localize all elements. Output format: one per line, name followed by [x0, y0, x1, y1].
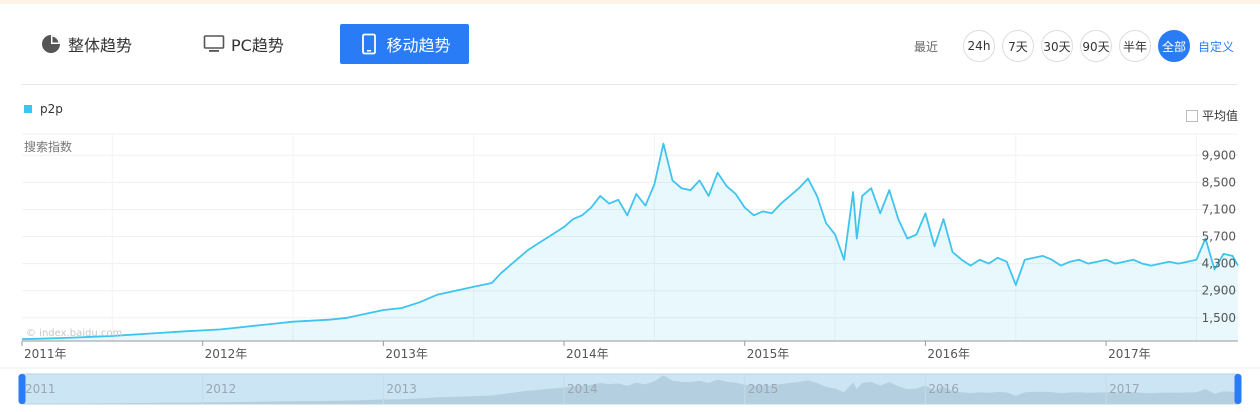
- navigator-year-label: 2017: [1109, 382, 1140, 396]
- y-tick-label: 4,300: [1202, 257, 1236, 271]
- navigator-year-label: 2014: [567, 382, 598, 396]
- navigator-year-label: 2012: [206, 382, 237, 396]
- series-area-p2p: [22, 143, 1238, 341]
- navigator-year-label: 2015: [748, 382, 779, 396]
- x-tick-label: 2017年: [1108, 347, 1151, 361]
- x-tick-label: 2011年: [24, 347, 67, 361]
- watermark: © index.baidu.com: [26, 328, 123, 339]
- navigator-year-label: 2016: [928, 382, 959, 396]
- x-tick-label: 2015年: [747, 347, 790, 361]
- x-tick-label: 2013年: [385, 347, 428, 361]
- x-tick-label: 2016年: [927, 347, 970, 361]
- x-tick-label: 2014年: [566, 347, 609, 361]
- navigator-right-handle[interactable]: [1234, 374, 1242, 404]
- navigator-year-label: 2011: [25, 382, 56, 396]
- y-axis-title: 搜索指数: [24, 140, 73, 154]
- y-tick-label: 5,700: [1202, 230, 1236, 244]
- navigator-left-handle[interactable]: [18, 374, 26, 404]
- y-tick-label: 2,900: [1202, 284, 1236, 298]
- trend-chart[interactable]: 1,500 2,900 4,300 5,700 7,100 8,500 9,900 2011年…: [0, 0, 1260, 412]
- x-tick-label: 2012年: [205, 347, 248, 361]
- y-tick-label: 8,500: [1202, 175, 1236, 189]
- navigator-year-label: 2013: [386, 382, 417, 396]
- y-tick-label: 7,100: [1202, 202, 1236, 216]
- y-tick-label: 9,900: [1202, 148, 1236, 162]
- y-tick-label: 1,500: [1202, 311, 1236, 325]
